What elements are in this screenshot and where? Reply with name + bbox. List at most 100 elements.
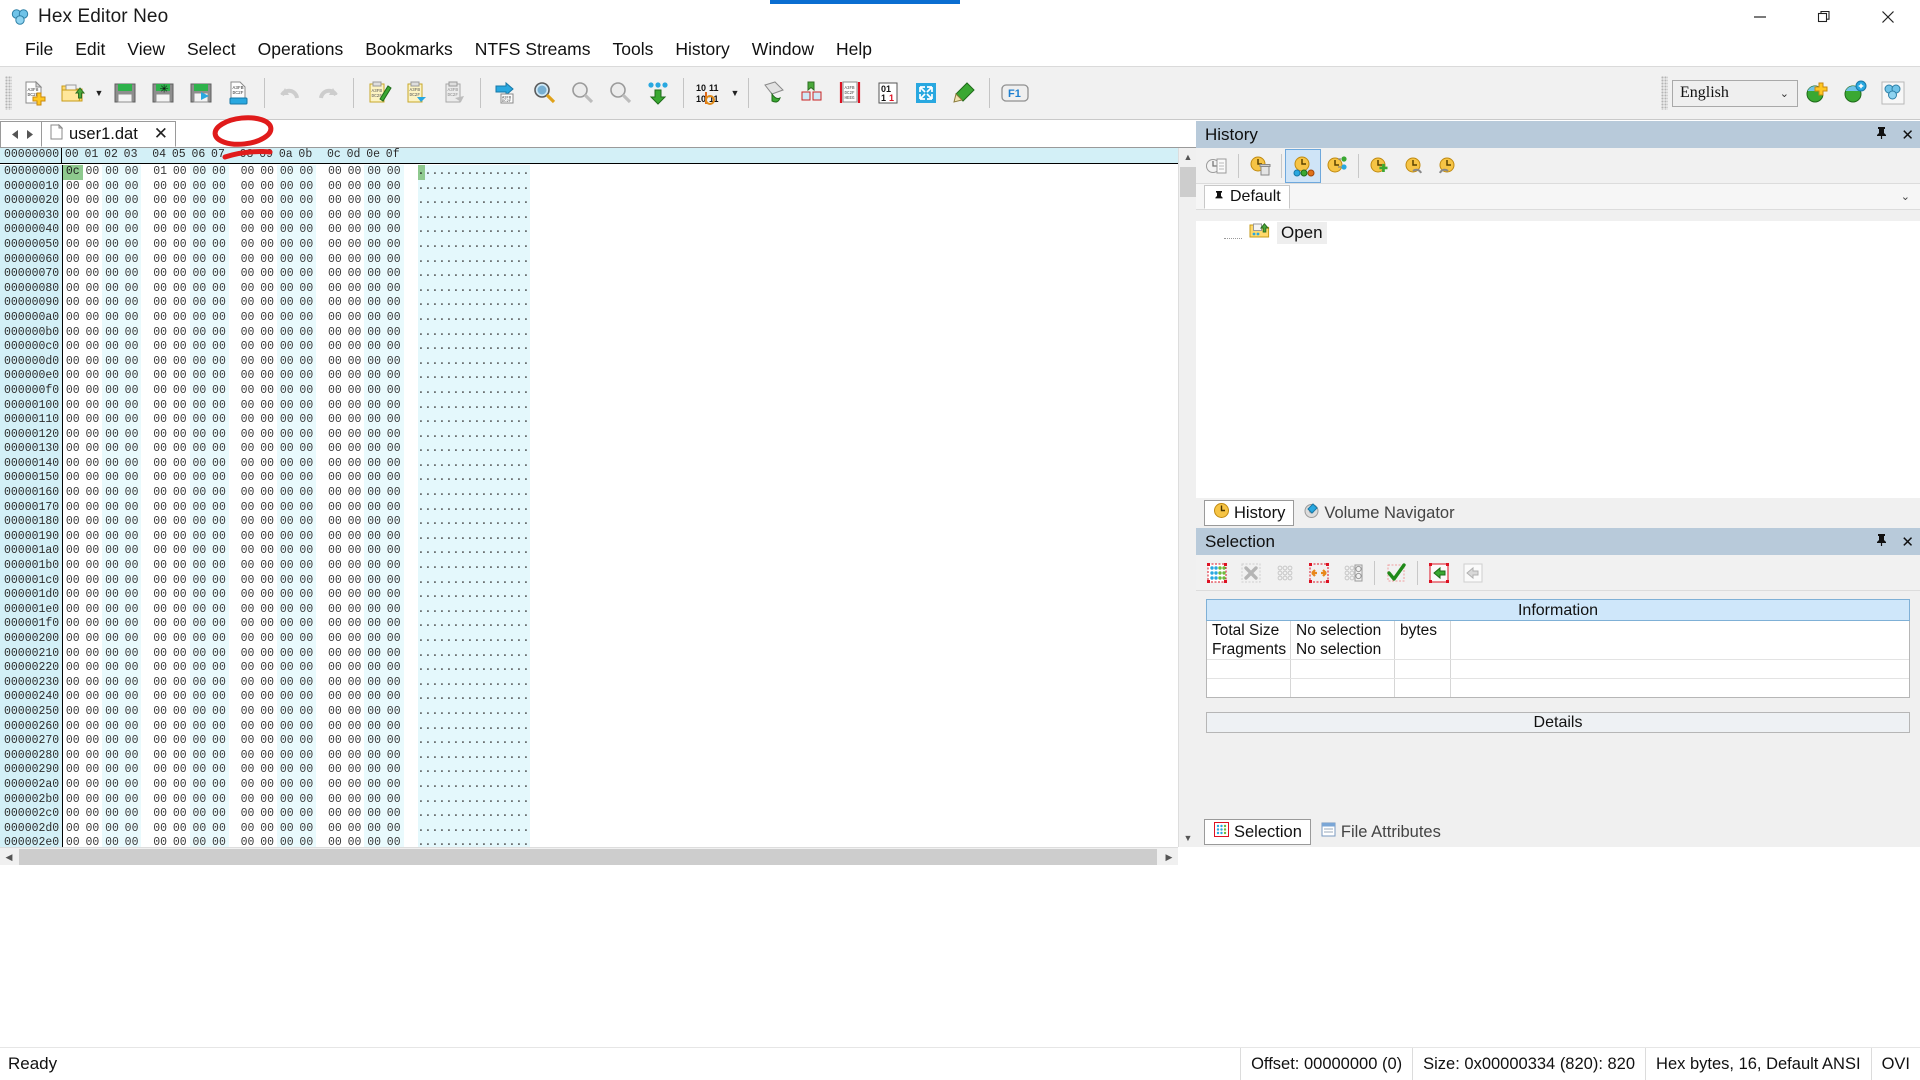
hex-byte-cell[interactable]: 00 <box>296 354 317 370</box>
hex-byte-cell[interactable]: 00 <box>257 632 277 647</box>
hex-row-bytes[interactable]: 00 00 00 00 00 00 00 00 00 00 00 00 00 00 00 00 <box>63 296 404 311</box>
hex-ascii-cell[interactable]: . <box>453 238 460 253</box>
hex-byte-cell[interactable]: 00 <box>364 646 384 662</box>
new-file-icon[interactable]: A3F8 DC2F <box>16 73 54 113</box>
hex-byte-cell[interactable]: 00 <box>325 778 345 793</box>
hex-row-bytes[interactable]: 00 00 00 00 00 00 00 00 00 00 00 00 00 00 00 00 <box>63 486 404 501</box>
hex-byte-cell[interactable]: 00 <box>325 326 345 341</box>
hex-ascii-column[interactable]: ................ <box>417 179 530 195</box>
hex-ascii-cell[interactable]: . <box>516 413 523 428</box>
hex-byte-cell[interactable]: 00 <box>296 544 317 560</box>
hex-ascii-cell[interactable]: . <box>432 165 439 180</box>
hex-byte-cell[interactable]: 00 <box>238 822 258 837</box>
hex-byte-cell[interactable]: 00 <box>83 399 103 414</box>
hex-ascii-cell[interactable]: . <box>502 559 509 574</box>
hex-ascii-cell[interactable]: . <box>495 413 502 428</box>
hex-ascii-cell[interactable]: . <box>474 544 481 559</box>
hex-byte-cell[interactable]: 00 <box>257 194 277 209</box>
hex-byte-cell[interactable]: 00 <box>170 340 190 355</box>
hex-byte-cell[interactable]: 00 <box>364 223 384 238</box>
hex-byte-cell[interactable]: 00 <box>345 413 365 428</box>
hex-ascii-column[interactable]: ................ <box>417 486 530 501</box>
hex-ascii-cell[interactable]: . <box>523 238 530 253</box>
close-icon[interactable]: ✕ <box>154 124 168 144</box>
hex-byte-cell[interactable]: 00 <box>83 763 103 778</box>
hex-ascii-cell[interactable]: . <box>467 822 474 837</box>
hex-byte-cell[interactable]: 00 <box>257 311 277 326</box>
hex-ascii-cell[interactable]: . <box>418 355 425 370</box>
hex-ascii-cell[interactable]: . <box>460 501 467 516</box>
hex-ascii-cell[interactable]: . <box>460 822 467 837</box>
hex-byte-cell[interactable]: 00 <box>63 471 83 486</box>
hex-row[interactable]: 00000230 00 00 00 00 00 00 00 00 00 00 00 00 00 00 00 00… <box>0 675 1178 691</box>
hex-byte-cell[interactable]: 00 <box>150 661 170 676</box>
hex-byte-cell[interactable]: 00 <box>276 194 297 209</box>
hex-ascii-cell[interactable]: . <box>509 720 516 735</box>
hex-row-bytes[interactable]: 00 00 00 00 00 00 00 00 00 00 00 00 00 00 00 00 <box>63 223 404 238</box>
hex-row[interactable]: 00000180 00 00 00 00 00 00 00 00 00 00 00 00 00 00 00 00… <box>0 515 1178 530</box>
hex-ascii-cell[interactable]: . <box>446 530 453 545</box>
hex-byte-cell[interactable]: 00 <box>257 749 277 764</box>
hex-byte-cell[interactable]: 00 <box>209 632 229 647</box>
hex-byte-cell[interactable]: 00 <box>276 675 297 691</box>
hex-row-bytes[interactable]: 00 00 00 00 00 00 00 00 00 00 00 00 00 00 00 00 <box>63 325 404 341</box>
hex-ascii-cell[interactable]: . <box>418 442 425 457</box>
hex-byte-cell[interactable]: 00 <box>63 442 83 457</box>
hex-byte-cell[interactable]: 00 <box>325 632 345 647</box>
hex-byte-cell[interactable]: 00 <box>345 617 365 632</box>
hex-byte-cell[interactable]: 00 <box>121 559 142 574</box>
hex-ascii-cell[interactable]: . <box>460 267 467 282</box>
hex-ascii-cell[interactable]: . <box>467 559 474 574</box>
hex-byte-cell[interactable]: 00 <box>170 632 190 647</box>
hex-ascii-cell[interactable]: . <box>418 194 425 209</box>
hex-byte-cell[interactable]: 00 <box>296 734 317 749</box>
hex-byte-cell[interactable]: 00 <box>325 457 345 472</box>
hex-ascii-cell[interactable]: . <box>453 749 460 764</box>
hex-ascii-cell[interactable]: . <box>481 486 488 501</box>
hex-ascii-cell[interactable]: . <box>439 705 446 720</box>
hex-ascii-cell[interactable]: . <box>488 384 495 399</box>
hex-ascii-cell[interactable]: . <box>502 296 509 311</box>
hex-byte-cell[interactable]: 00 <box>276 617 297 632</box>
hex-ascii-cell[interactable]: . <box>418 267 425 282</box>
hex-byte-cell[interactable]: 00 <box>189 573 210 589</box>
hex-ascii-cell[interactable]: . <box>488 209 495 224</box>
hex-byte-cell[interactable]: 00 <box>296 602 317 618</box>
hex-ascii-cell[interactable]: . <box>474 734 481 749</box>
hex-ascii-cell[interactable]: . <box>495 617 502 632</box>
hex-ascii-column[interactable]: ................ <box>417 252 530 268</box>
hex-byte-cell[interactable]: 00 <box>364 237 384 253</box>
hex-ascii-cell[interactable]: . <box>474 238 481 253</box>
hex-ascii-cell[interactable]: . <box>460 311 467 326</box>
hex-ascii-cell[interactable]: . <box>523 442 530 457</box>
hex-ascii-column[interactable]: ................ <box>417 369 530 384</box>
save-selection-icon[interactable] <box>1456 557 1490 589</box>
hex-byte-cell[interactable]: 00 <box>257 530 277 545</box>
hex-ascii-cell[interactable]: . <box>425 428 432 443</box>
hex-ascii-cell[interactable]: . <box>523 705 530 720</box>
hex-byte-cell[interactable]: 00 <box>257 588 277 603</box>
hex-ascii-cell[interactable]: . <box>488 223 495 238</box>
hex-ascii-cell[interactable]: . <box>488 676 495 691</box>
maximize-restore-button[interactable] <box>1792 0 1856 34</box>
hex-ascii-cell[interactable]: . <box>418 209 425 224</box>
hex-byte-cell[interactable]: 00 <box>345 238 365 253</box>
hex-ascii-cell[interactable]: . <box>523 822 530 837</box>
hex-ascii-cell[interactable]: . <box>509 399 516 414</box>
hex-ascii-cell[interactable]: . <box>516 778 523 793</box>
hex-ascii-cell[interactable]: . <box>453 253 460 268</box>
hex-ascii-cell[interactable]: . <box>509 369 516 384</box>
hex-ascii-cell[interactable]: . <box>432 180 439 195</box>
hex-row[interactable]: 00000040 00 00 00 00 00 00 00 00 00 00 00 00 00 00 00 00… <box>0 223 1178 238</box>
hex-row[interactable]: 00000070 00 00 00 00 00 00 00 00 00 00 00 00 00 00 00 00… <box>0 267 1178 282</box>
hex-byte-cell[interactable]: 00 <box>83 471 103 486</box>
hex-ascii-cell[interactable]: . <box>425 223 432 238</box>
hex-ascii-column[interactable]: ................ <box>417 383 530 399</box>
hex-byte-cell[interactable]: 00 <box>383 719 404 735</box>
hex-ascii-cell[interactable]: . <box>453 223 460 238</box>
hex-ascii-cell[interactable]: . <box>474 194 481 209</box>
hex-ascii-cell[interactable]: . <box>460 836 467 847</box>
hex-byte-cell[interactable]: 00 <box>364 602 384 618</box>
hex-ascii-cell[interactable]: . <box>502 399 509 414</box>
hex-ascii-cell[interactable]: . <box>432 778 439 793</box>
